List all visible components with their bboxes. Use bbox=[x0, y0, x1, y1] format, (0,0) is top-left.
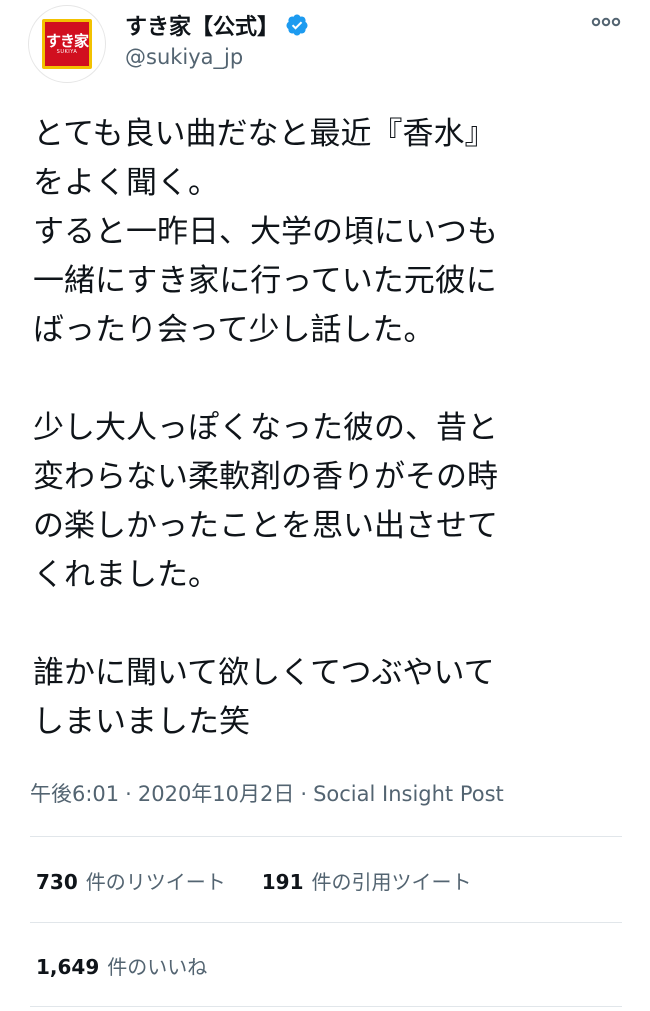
tweet-text-line: 変わらない柔軟剤の香りがその時 bbox=[33, 459, 498, 495]
tweet-paragraph: 誰かに聞いて欲しくてつぶやいて しまいました笑 bbox=[33, 649, 633, 747]
tweet-text-line: ばったり会って少し話した。 bbox=[33, 312, 435, 348]
tweet-source[interactable]: Social Insight Post bbox=[313, 782, 504, 806]
tweet-paragraph: 少し大人っぽくなった彼の、昔と 変わらない柔軟剤の香りがその時 の楽しかったこと… bbox=[33, 404, 633, 600]
display-name[interactable]: すき家【公式】 bbox=[125, 9, 279, 41]
tweet-text-line: 一緒にすき家に行っていた元彼に bbox=[33, 263, 497, 299]
tweet-date[interactable]: 2020年10月2日 bbox=[138, 782, 295, 806]
tweet-paragraph: とても良い曲だなと最近『香水』 をよく聞く。 すると一昨日、大学の頃にいつも 一… bbox=[33, 110, 633, 355]
divider bbox=[30, 1006, 622, 1007]
tweet-text-line: をよく聞く。 bbox=[33, 165, 219, 201]
retweets-label: 件のリツイート bbox=[85, 869, 226, 894]
tweet-time[interactable]: 午後6:01 bbox=[30, 782, 119, 806]
tweet-text: とても良い曲だなと最近『香水』 をよく聞く。 すると一昨日、大学の頃にいつも 一… bbox=[33, 110, 633, 747]
tweet-header: すき家 SUKIYA すき家【公式】 @sukiya_jp bbox=[0, 0, 650, 100]
tweet-text-line: の楽しかったことを思い出させて bbox=[33, 508, 498, 544]
quotes-label: 件の引用ツイート bbox=[311, 869, 472, 894]
tweet-detail: すき家 SUKIYA すき家【公式】 @sukiya_jp とても良い曲だなと最… bbox=[0, 0, 650, 1011]
likes-count: 1,649 bbox=[36, 954, 100, 979]
tweet-meta: 午後6:01 · 2020年10月2日 · Social Insight Post bbox=[30, 778, 504, 808]
sukiya-logo-inner: すき家 SUKIYA bbox=[45, 22, 89, 66]
verified-badge-icon bbox=[286, 14, 308, 36]
tweet-text-line: 少し大人っぽくなった彼の、昔と bbox=[33, 410, 498, 446]
likes-label: 件のいいね bbox=[107, 954, 208, 979]
tweet-text-line: しまいました笑 bbox=[33, 704, 250, 740]
divider bbox=[30, 922, 622, 923]
meta-separator: · bbox=[300, 782, 308, 806]
logo-subtext: SUKIYA bbox=[56, 48, 78, 55]
engagement-stats-row: 730 件のリツイート 191 件の引用ツイート bbox=[36, 860, 508, 900]
tweet-text-line: すると一昨日、大学の頃にいつも bbox=[33, 214, 498, 250]
logo-text: すき家 bbox=[45, 31, 89, 50]
divider bbox=[30, 836, 622, 837]
quotes-count: 191 bbox=[261, 869, 304, 894]
tweet-text-line: とても良い曲だなと最近『香水』 bbox=[33, 116, 496, 152]
retweets-count: 730 bbox=[36, 869, 78, 894]
retweets-stat[interactable]: 730 件のリツイート bbox=[36, 866, 226, 895]
quotes-stat[interactable]: 191 件の引用ツイート bbox=[262, 866, 472, 895]
user-handle[interactable]: @sukiya_jp bbox=[125, 45, 243, 69]
likes-stats-row: 1,649 件のいいね bbox=[36, 945, 243, 985]
sukiya-logo: すき家 SUKIYA bbox=[42, 19, 92, 69]
likes-stat[interactable]: 1,649 件のいいね bbox=[36, 951, 207, 980]
more-options-icon[interactable] bbox=[590, 12, 622, 32]
tweet-text-line: くれました。 bbox=[33, 557, 219, 593]
name-row: すき家【公式】 bbox=[125, 8, 309, 42]
meta-separator: · bbox=[125, 782, 132, 806]
avatar[interactable]: すき家 SUKIYA bbox=[28, 5, 106, 83]
tweet-text-line: 誰かに聞いて欲しくてつぶやいて bbox=[33, 655, 495, 691]
